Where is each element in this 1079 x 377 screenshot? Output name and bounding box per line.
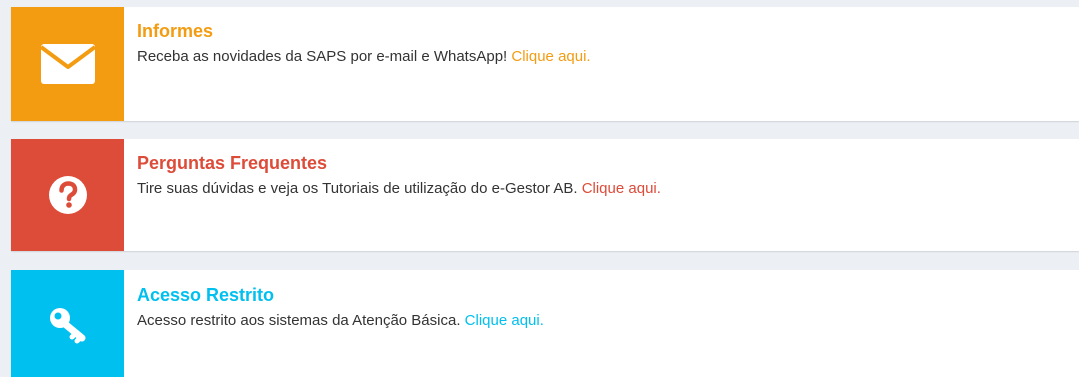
informes-description: Receba as novidades da SAPS por e-mail e…	[137, 47, 591, 67]
acesso-description: Acesso restrito aos sistemas da Atenção …	[137, 311, 544, 331]
envelope-icon	[11, 7, 124, 121]
acesso-link[interactable]: Clique aqui.	[465, 312, 544, 329]
info-box-perguntas-frequentes: Perguntas Frequentes Tire suas dúvidas e…	[11, 139, 1079, 251]
informes-link[interactable]: Clique aqui.	[511, 48, 590, 65]
info-box-informes: Informes Receba as novidades da SAPS por…	[11, 7, 1079, 121]
perguntas-link[interactable]: Clique aqui.	[582, 180, 661, 197]
perguntas-text: Tire suas dúvidas e veja os Tutoriais de…	[137, 180, 578, 197]
acesso-text: Acesso restrito aos sistemas da Atenção …	[137, 312, 461, 329]
informes-title: Informes	[137, 21, 214, 41]
info-box-acesso-restrito: Acesso Restrito Acesso restrito aos sist…	[11, 270, 1079, 377]
informes-text: Receba as novidades da SAPS por e-mail e…	[137, 48, 508, 65]
acesso-title: Acesso Restrito	[137, 285, 275, 305]
perguntas-title: Perguntas Frequentes	[137, 153, 328, 173]
key-icon	[11, 270, 124, 377]
question-circle-icon	[11, 139, 124, 251]
perguntas-description: Tire suas dúvidas e veja os Tutoriais de…	[137, 179, 661, 199]
